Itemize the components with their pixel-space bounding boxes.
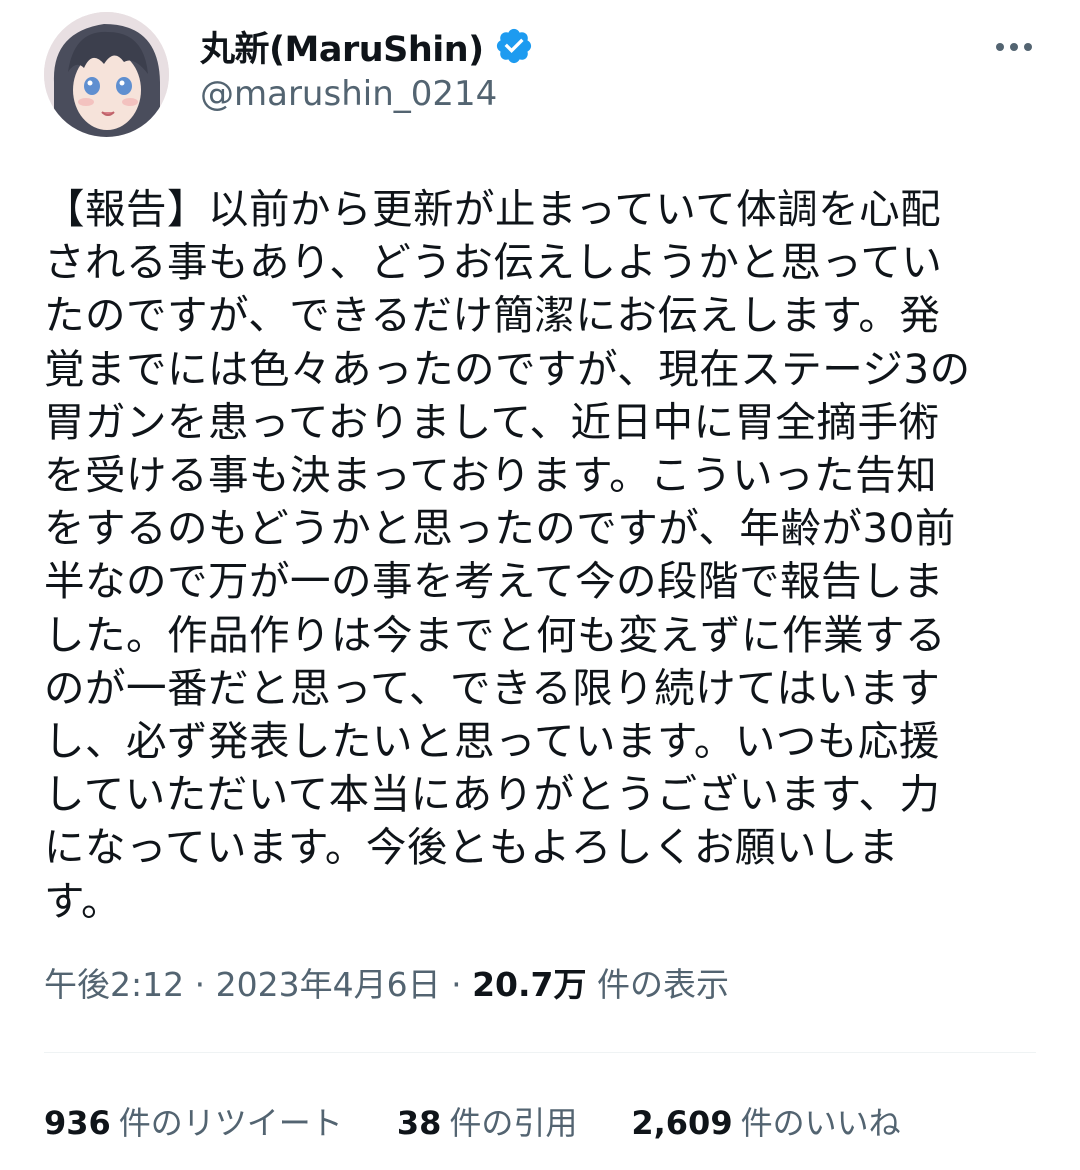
tweet-stats: 936 件のリツイート 38 件の引用 2,609 件のいいね: [44, 1098, 955, 1144]
quotes-stat[interactable]: 38 件の引用: [397, 1098, 578, 1144]
verified-badge-icon: [496, 28, 531, 64]
tweet-date[interactable]: 2023年4月6日: [216, 965, 441, 1004]
likes-label: 件のいいね: [740, 1104, 901, 1142]
views-count: 20.7万: [472, 965, 587, 1004]
tweet-text: 【報告】以前から更新が止まっていて体調を心配 される事もあり、どうお伝えしようか…: [44, 185, 971, 925]
retweets-count: 936: [44, 1104, 111, 1142]
more-options-icon[interactable]: [994, 32, 1034, 62]
author-name-row[interactable]: 丸新(MaruShin): [200, 22, 534, 70]
divider: [44, 1052, 1036, 1053]
quotes-count: 38: [396, 1104, 442, 1142]
quotes-label: 件の引用: [449, 1104, 578, 1142]
likes-stat[interactable]: 2,609 件のいいね: [631, 1098, 900, 1144]
tweet-meta: 午後2:12 · 2023年4月6日 · 20.7万 件の表示: [44, 958, 729, 1006]
views-label: 件の表示: [597, 965, 730, 1004]
retweets-stat[interactable]: 936 件のリツイート: [44, 1098, 343, 1144]
tweet-time[interactable]: 午後2:12: [44, 965, 184, 1004]
author-handle[interactable]: @marushin_0214: [200, 74, 497, 114]
meta-separator: ·: [451, 965, 462, 1004]
retweets-label: 件のリツイート: [118, 1104, 343, 1142]
likes-count: 2,609: [631, 1104, 733, 1142]
author-display-name[interactable]: 丸新(MaruShin): [200, 21, 484, 72]
avatar[interactable]: [44, 12, 169, 137]
avatar-image: [44, 12, 169, 137]
meta-separator: ·: [194, 965, 206, 1004]
